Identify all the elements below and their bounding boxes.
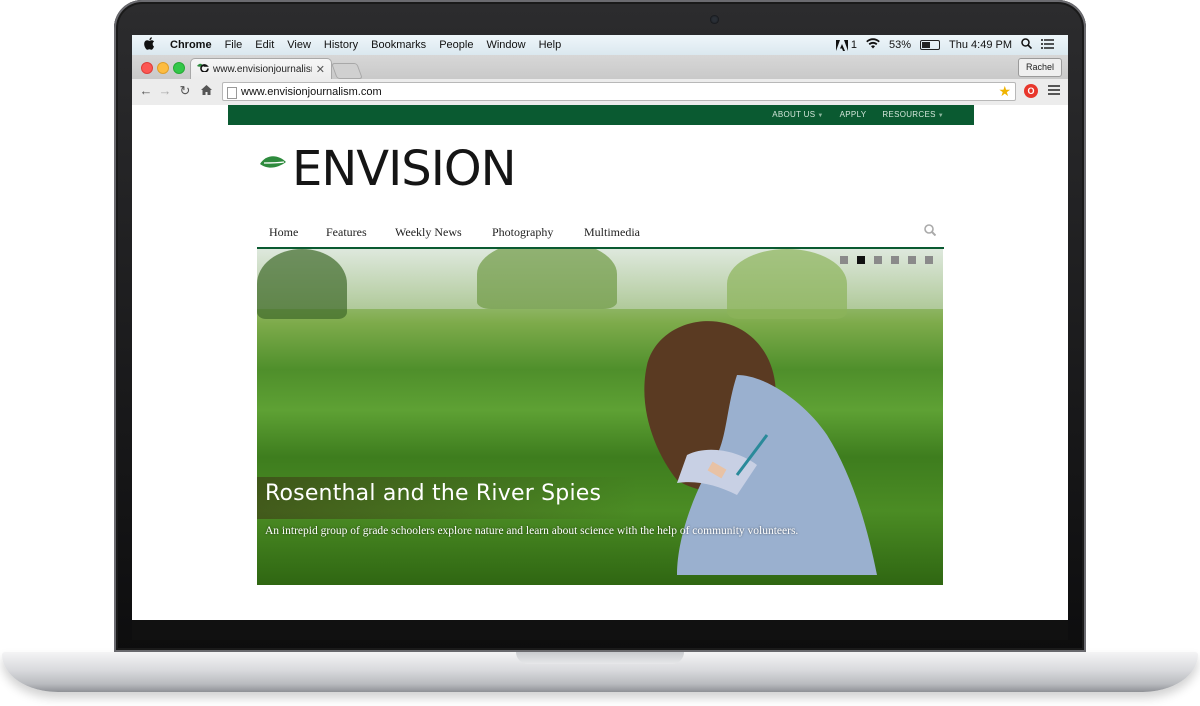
menu-bookmarks[interactable]: Bookmarks [371,39,426,51]
nav-photography[interactable]: Photography [492,225,553,240]
nav-home[interactable]: Home [269,225,298,240]
page-icon [227,87,237,99]
laptop-opening-notch [516,652,684,664]
apple-icon[interactable] [144,37,158,53]
slide-headline[interactable]: Rosenthal and the River Spies [265,481,601,506]
browser-tabstrip: www.envisionjournalism.co ✕ Rachel [132,55,1068,79]
chevron-down-icon: ▼ [937,113,944,119]
back-arrow-icon[interactable]: ← [138,83,154,98]
leaf-logo-icon [260,156,286,168]
menu-window[interactable]: Window [486,39,525,51]
utility-bar: ABOUT US ▼ APPLY RESOURCES ▼ [228,105,974,125]
chevron-down-icon: ▼ [817,113,824,119]
slider-dot[interactable] [857,256,865,264]
clock[interactable]: Thu 4:49 PM [949,39,1012,51]
nav-weekly-news[interactable]: Weekly News [395,225,462,240]
close-window-button[interactable] [141,62,153,74]
utility-link-about[interactable]: ABOUT US ▼ [772,105,823,126]
slide-dek: An intrepid group of grade schoolers exp… [265,525,799,537]
screen: Chrome File Edit View History Bookmarks … [132,35,1068,620]
webpage: ABOUT US ▼ APPLY RESOURCES ▼ ENVISION Home… [132,105,1068,620]
reload-icon[interactable]: ↻ [177,83,193,99]
main-navigation: Home Features Weekly News Photography Mu… [257,217,944,249]
menu-edit[interactable]: Edit [255,39,274,51]
slider-dot[interactable] [891,256,899,264]
browser-tab[interactable]: www.envisionjournalism.co ✕ [190,58,332,79]
utility-link-resources[interactable]: RESOURCES ▼ [882,105,944,126]
zoom-window-button[interactable] [173,62,185,74]
menu-file[interactable]: File [225,39,243,51]
wifi-icon[interactable] [866,38,880,52]
menu-hamburger-icon[interactable] [1048,85,1060,97]
extension-icon[interactable]: O [1024,84,1038,98]
battery-icon[interactable] [920,40,941,50]
adobe-icon[interactable]: 1 [835,39,857,51]
nav-multimedia[interactable]: Multimedia [584,225,640,240]
menu-people[interactable]: People [439,39,473,51]
search-icon[interactable] [924,223,937,237]
utility-link-apply-label: APPLY [839,110,867,119]
site-logo[interactable]: ENVISION [260,141,517,197]
slider-dot[interactable] [925,256,933,264]
address-bar[interactable]: www.envisionjournalism.com ★ [222,82,1016,101]
utility-link-apply[interactable]: APPLY [840,105,867,126]
notification-center-icon[interactable] [1041,38,1054,52]
forward-arrow-icon[interactable]: → [157,83,173,98]
menu-help[interactable]: Help [539,39,562,51]
adobe-count: 1 [850,39,857,51]
menu-app-name[interactable]: Chrome [170,39,212,51]
home-icon[interactable] [198,83,214,98]
slide-tree [257,249,347,319]
slider-pagination [840,256,933,264]
slider-dot[interactable] [840,256,848,264]
battery-percent: 53% [888,39,912,51]
mac-menubar: Chrome File Edit View History Bookmarks … [132,35,1068,55]
profile-button[interactable]: Rachel [1017,58,1062,77]
favicon-icon [197,63,209,75]
slide-tree [477,249,617,309]
slide-photo-subject [644,321,877,575]
tab-title: www.envisionjournalism.co [213,63,312,75]
bookmark-star-icon[interactable]: ★ [998,82,1011,101]
menu-view[interactable]: View [287,39,311,51]
nav-features[interactable]: Features [326,225,367,240]
tab-close-icon[interactable]: ✕ [316,63,325,76]
logo-wordmark: ENVISION [292,141,517,197]
slider-dot[interactable] [908,256,916,264]
camera-icon [710,15,719,24]
browser-toolbar: ← → ↻ www.envisionjournalism.com ★ O [132,79,1068,106]
url-text: www.envisionjournalism.com [241,86,382,98]
slider-dot[interactable] [874,256,882,264]
new-tab-button[interactable] [331,63,363,79]
featured-slider[interactable]: Rosenthal and the River Spies An intrepi… [257,249,943,585]
utility-link-resources-label: RESOURCES [882,110,936,119]
minimize-window-button[interactable] [157,62,169,74]
screen-bezel [132,620,1068,640]
spotlight-search-icon[interactable] [1021,38,1033,52]
utility-link-about-label: ABOUT US [772,110,816,119]
menu-history[interactable]: History [324,39,358,51]
